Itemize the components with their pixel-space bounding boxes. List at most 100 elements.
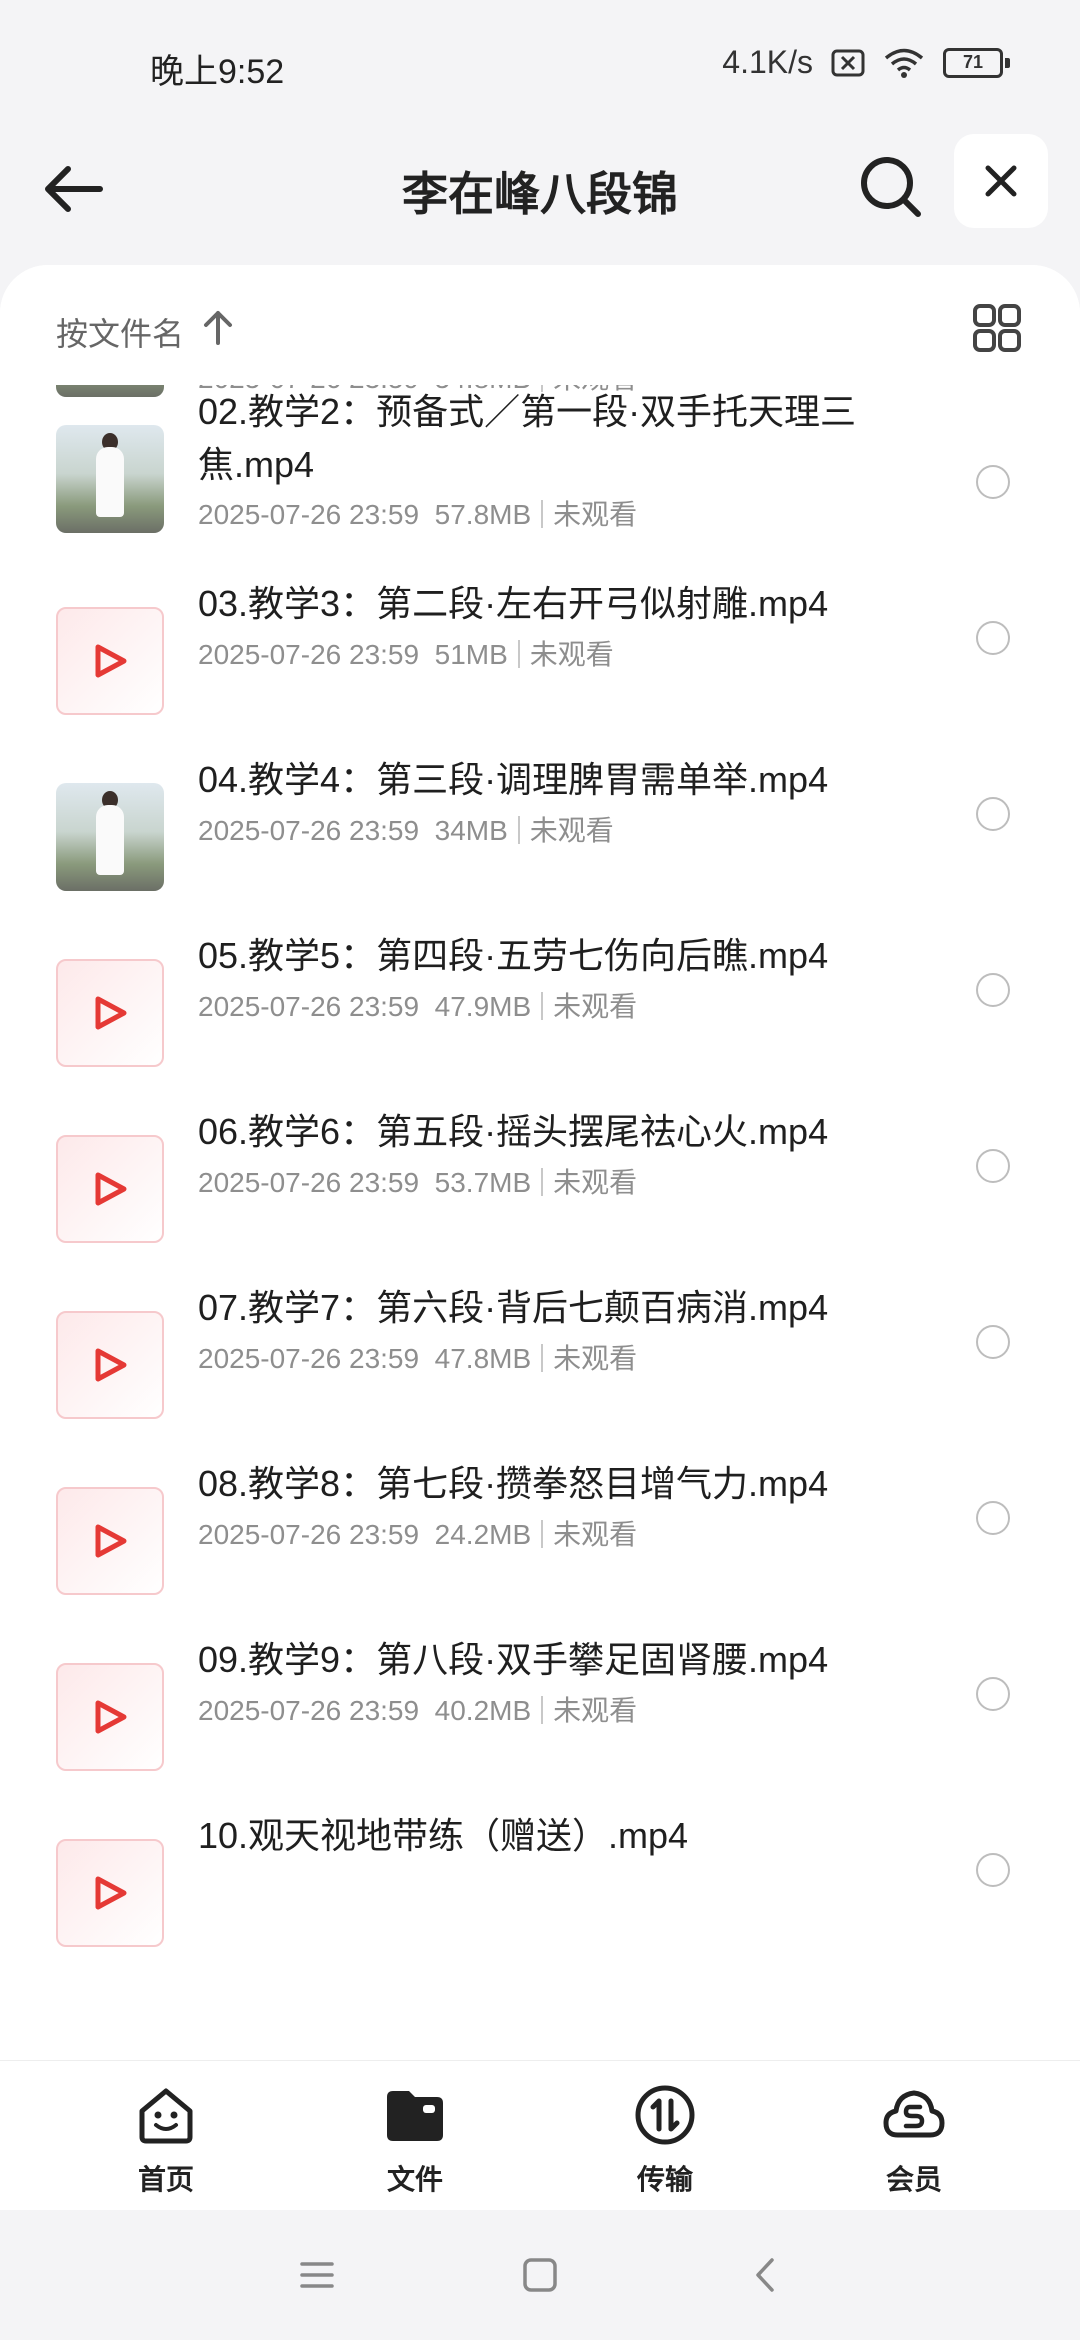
network-speed: 4.1K/s: [722, 44, 813, 80]
video-file-icon: [56, 1663, 164, 1771]
nav-home[interactable]: 首页: [86, 2083, 246, 2198]
file-size: 47.9MB: [434, 991, 532, 1022]
file-name: 02.教学2：预备式／第一段·双手托天理三焦.mp4: [198, 391, 857, 485]
file-size: 34MB: [434, 815, 508, 846]
watch-status: 未观看: [553, 991, 638, 1022]
file-name: 09.教学9：第八段·双手攀足固肾腰.mp4: [198, 1639, 829, 1680]
watch-status: 未观看: [553, 1167, 638, 1198]
file-date: 2025-07-26 23:59: [198, 815, 420, 846]
file-size: 24.2MB: [434, 1519, 532, 1550]
nav-member-label: 会员: [885, 2164, 942, 2195]
file-row[interactable]: 09.教学9：第八段·双手攀足固肾腰.mp4 2025-07-26 23:59 4…: [0, 1633, 1080, 1809]
file-meta: 2025-07-26 23:59 40.2MB 未观看: [198, 1689, 637, 1729]
file-date: 2025-07-26 23:59: [198, 991, 420, 1022]
file-meta: 2025-07-26 23:59 47.9MB 未观看: [198, 985, 637, 1025]
select-radio[interactable]: [976, 1677, 1010, 1711]
file-date: 2025-07-26 23:59: [198, 1519, 420, 1550]
watch-status: 未观看: [553, 1695, 638, 1726]
file-row[interactable]: 10.观天视地带练（赠送）.mp4: [0, 1809, 1080, 1985]
sim-off-icon: [831, 49, 865, 76]
sort-bar: 按文件名: [0, 265, 1080, 385]
sort-ascending-icon[interactable]: [200, 307, 236, 347]
close-button[interactable]: [954, 134, 1048, 228]
status-bar: 晚上9:52 4.1K/s 71: [0, 0, 1080, 130]
nav-transfer-label: 传输: [636, 2164, 693, 2195]
file-date: 2025-07-26 23:59: [198, 639, 420, 670]
select-radio[interactable]: [976, 1325, 1010, 1359]
file-size: 47.8MB: [434, 1343, 532, 1374]
battery-level: 71: [943, 47, 1003, 78]
select-radio[interactable]: [976, 973, 1010, 1007]
file-name: 08.教学8：第七段·攒拳怒目增气力.mp4: [198, 1463, 829, 1504]
select-radio[interactable]: [976, 1149, 1010, 1183]
battery-icon: 71: [943, 47, 1010, 78]
video-file-icon: [56, 1135, 164, 1243]
file-row[interactable]: 08.教学8：第七段·攒拳怒目增气力.mp4 2025-07-26 23:59 2…: [0, 1457, 1080, 1633]
watch-status: 未观看: [529, 815, 614, 846]
select-radio[interactable]: [976, 1853, 1010, 1887]
select-radio[interactable]: [976, 621, 1010, 655]
file-row[interactable]: 02.教学2：预备式／第一段·双手托天理三焦.mp4 2025-07-26 23:…: [0, 385, 1080, 561]
wifi-icon: [884, 48, 924, 78]
file-row[interactable]: 03.教学3：第二段·左右开弓似射雕.mp4 2025-07-26 23:59 5…: [0, 577, 1080, 753]
video-file-icon: [56, 959, 164, 1067]
file-panel: 01.教学1：基本要素之手形、步形、呼吸法.mp42025-07-26 23:5…: [0, 265, 1080, 2060]
file-meta: 2025-07-26 23:59 57.8MB 未观看: [198, 493, 637, 533]
file-row[interactable]: 07.教学7：第六段·背后七颠百病消.mp4 2025-07-26 23:59 4…: [0, 1281, 1080, 1457]
file-meta: 2025-07-26 23:59 53.7MB 未观看: [198, 1161, 637, 1201]
select-radio[interactable]: [976, 797, 1010, 831]
video-thumbnail: [56, 425, 164, 533]
header: 李在峰八段锦: [0, 130, 1080, 260]
file-size: 57.8MB: [434, 499, 532, 530]
smile-home-icon: [139, 2088, 193, 2144]
nav-files[interactable]: 文件: [335, 2083, 495, 2198]
nav-files-label: 文件: [386, 2164, 443, 2195]
file-list[interactable]: 01.教学1：基本要素之手形、步形、呼吸法.mp42025-07-26 23:5…: [0, 265, 1080, 2060]
video-file-icon: [56, 1839, 164, 1947]
transfer-icon: [635, 2085, 695, 2145]
system-back-icon[interactable]: [742, 2250, 792, 2300]
file-date: 2025-07-26 23:59: [198, 1343, 420, 1374]
video-file-icon: [56, 1487, 164, 1595]
file-size: 53.7MB: [434, 1167, 532, 1198]
select-radio[interactable]: [976, 465, 1010, 499]
nav-transfer[interactable]: 传输: [585, 2083, 745, 2198]
file-row[interactable]: 04.教学4：第三段·调理脾胃需单举.mp4 2025-07-26 23:59 3…: [0, 753, 1080, 929]
home-square-icon[interactable]: [515, 2250, 565, 2300]
file-name: 10.观天视地带练（赠送）.mp4: [198, 1815, 689, 1856]
file-date: 2025-07-26 23:59: [198, 1167, 420, 1198]
menu-icon[interactable]: [292, 2250, 342, 2300]
file-size: 40.2MB: [434, 1695, 532, 1726]
file-date: 2025-07-26 23:59: [198, 1695, 420, 1726]
grid-view-icon[interactable]: [972, 303, 1022, 353]
file-name: 07.教学7：第六段·背后七颠百病消.mp4: [198, 1287, 829, 1328]
nav-member[interactable]: 会员: [834, 2083, 994, 2198]
file-row[interactable]: 06.教学6：第五段·摇头摆尾祛心火.mp4 2025-07-26 23:59 5…: [0, 1105, 1080, 1281]
file-meta: 2025-07-26 23:59 34MB 未观看: [198, 809, 614, 849]
file-name: 06.教学6：第五段·摇头摆尾祛心火.mp4: [198, 1111, 829, 1152]
file-name: 04.教学4：第三段·调理脾胃需单举.mp4: [198, 759, 829, 800]
file-date: 2025-07-26 23:59: [198, 499, 420, 530]
video-file-icon: [56, 607, 164, 715]
status-time: 晚上9:52: [150, 53, 285, 91]
select-radio[interactable]: [976, 1501, 1010, 1535]
folder-icon: [387, 2091, 443, 2141]
system-nav-bar: [0, 2210, 1080, 2340]
file-size: 51MB: [434, 639, 508, 670]
nav-home-label: 首页: [137, 2164, 194, 2195]
watch-status: 未观看: [529, 639, 614, 670]
watch-status: 未观看: [553, 1519, 638, 1550]
file-meta: 2025-07-26 23:59 51MB 未观看: [198, 633, 614, 673]
file-name: 03.教学3：第二段·左右开弓似射雕.mp4: [198, 583, 829, 624]
video-thumbnail: [56, 783, 164, 891]
file-meta: 2025-07-26 23:59 24.2MB 未观看: [198, 1513, 637, 1553]
status-icons: 4.1K/s 71: [722, 44, 1010, 81]
video-file-icon: [56, 1311, 164, 1419]
sort-label[interactable]: 按文件名: [56, 309, 184, 355]
file-row[interactable]: 05.教学5：第四段·五劳七伤向后瞧.mp4 2025-07-26 23:59 4…: [0, 929, 1080, 1105]
bottom-nav: 首页 文件 传输 会员: [0, 2060, 1080, 2211]
search-icon[interactable]: [856, 152, 926, 222]
watch-status: 未观看: [553, 499, 638, 530]
cloud-member-icon: [883, 2090, 945, 2138]
file-name: 05.教学5：第四段·五劳七伤向后瞧.mp4: [198, 935, 829, 976]
